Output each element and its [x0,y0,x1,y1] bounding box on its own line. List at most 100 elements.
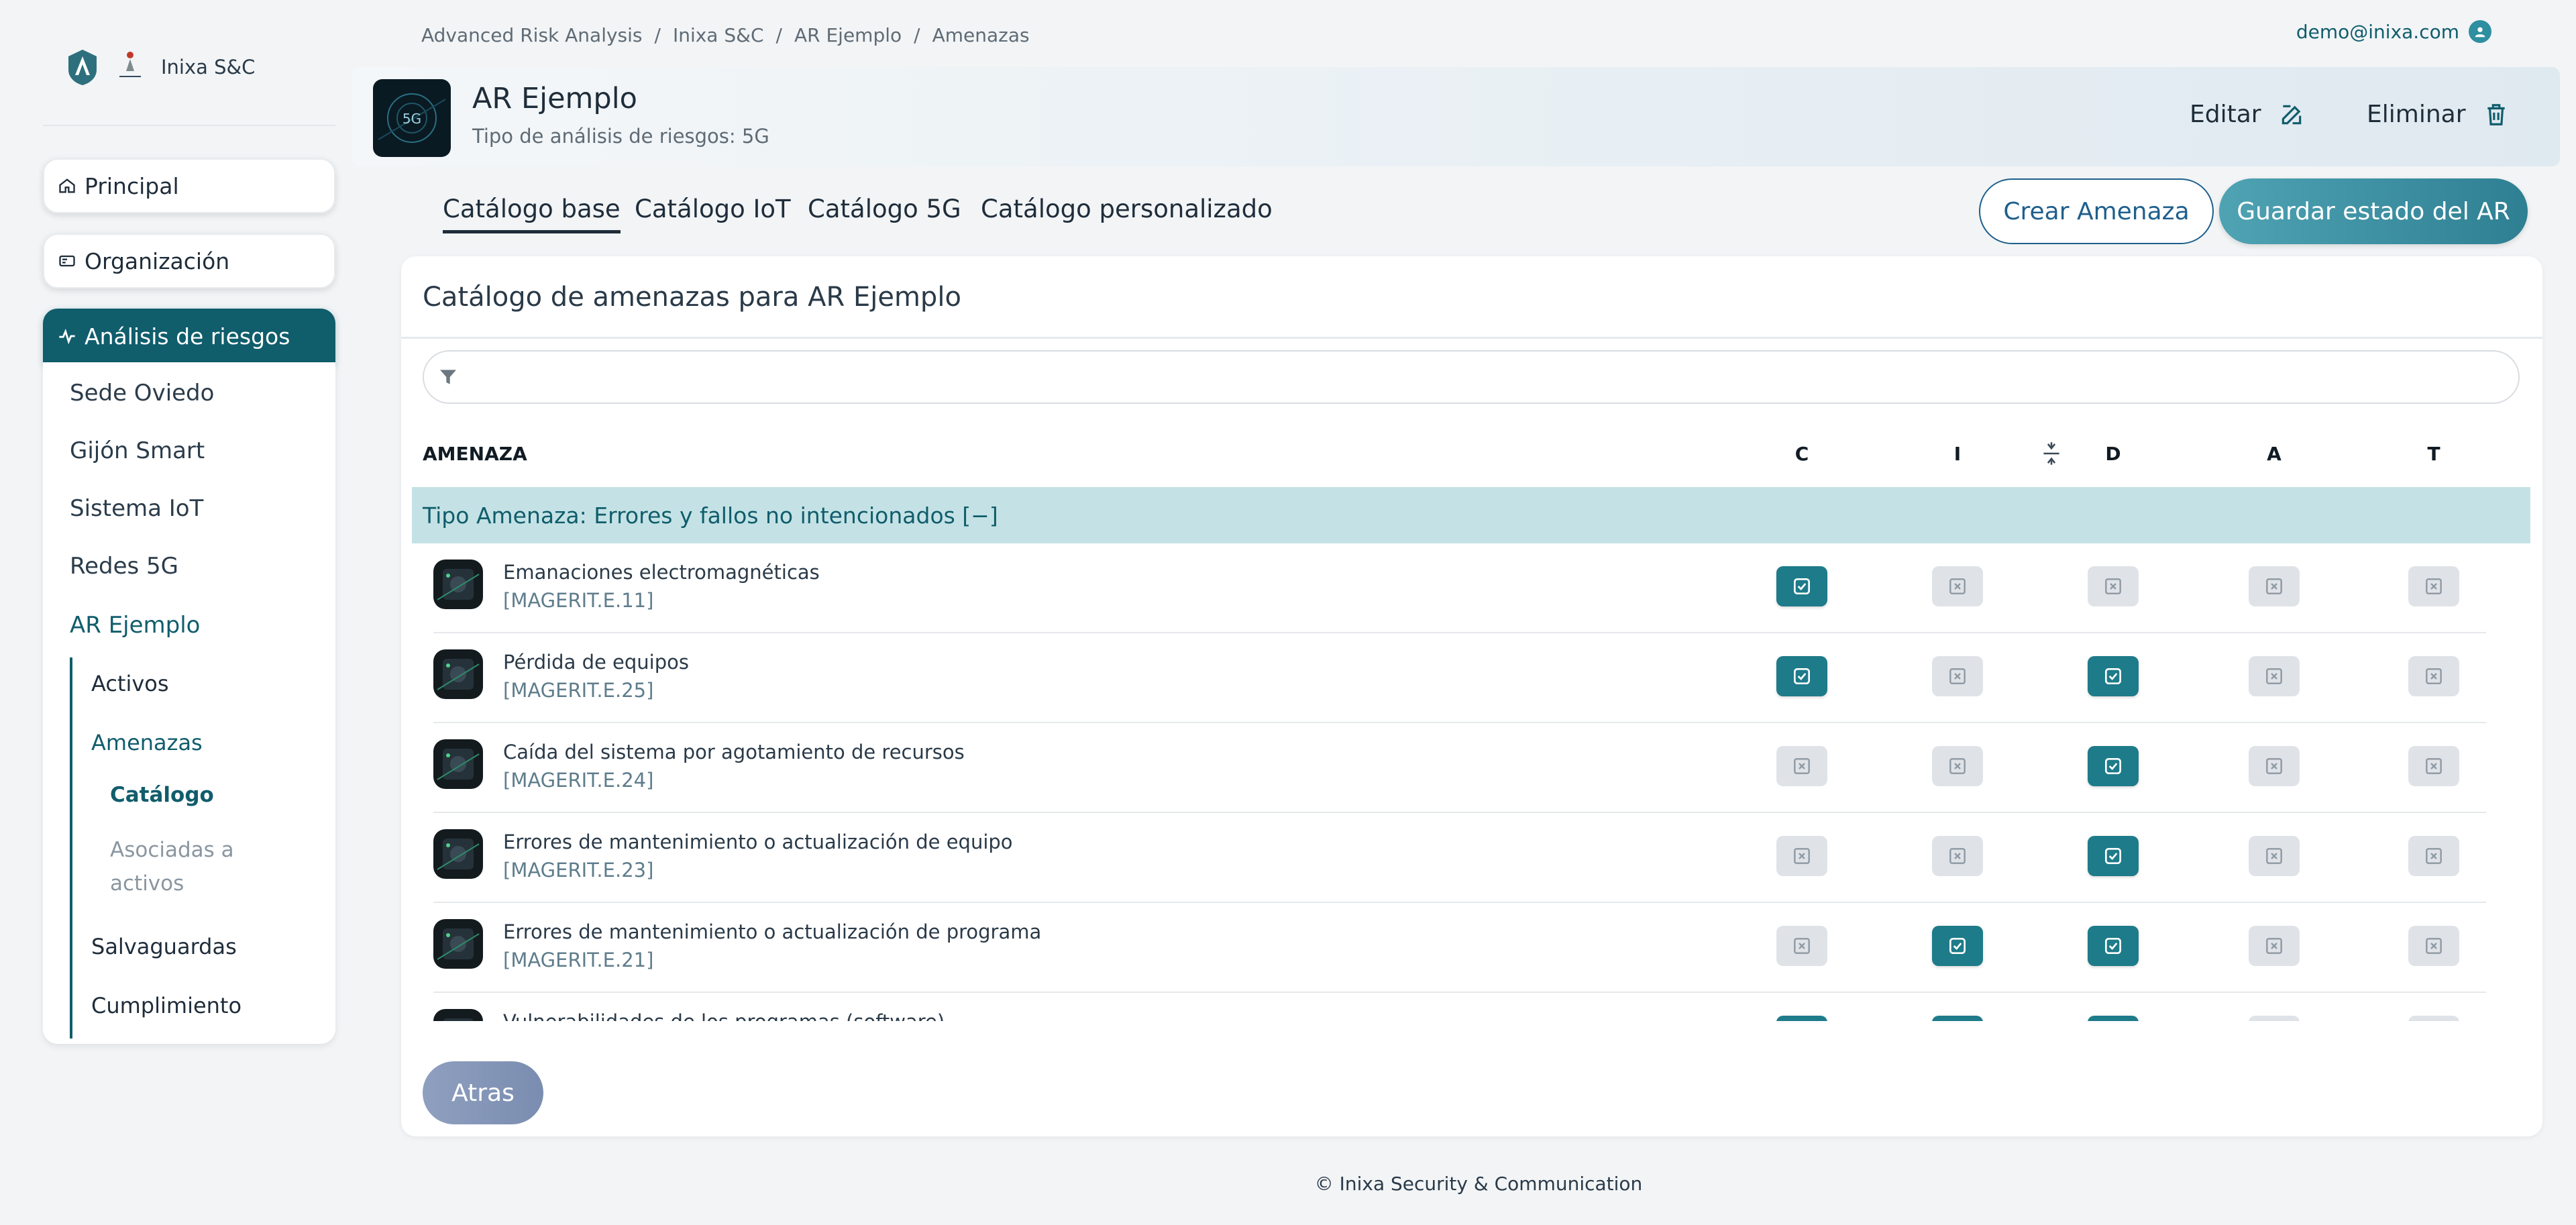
checkbox-unchecked[interactable] [2408,746,2459,786]
threat-thumbnail-icon [433,560,483,609]
threat-name: Emanaciones electromagnéticas [503,561,820,584]
threat-code: [MAGERIT.E.25] [503,679,654,702]
footer: © Inixa Security & Communication [1314,1173,1643,1195]
analysis-thumbnail-icon: 5G [373,79,451,157]
sub-asociadas-line2[interactable]: activos [110,867,184,900]
filter-input[interactable] [468,357,2518,397]
checkbox-unchecked[interactable] [2408,926,2459,966]
checkbox-unchecked[interactable] [2249,746,2300,786]
x-icon [2426,578,2442,594]
submenu-indicator-line [70,657,72,1038]
nav-analisis-riesgos[interactable]: Análisis de riesgos [43,309,335,364]
threat-name: Pérdida de equipos [503,651,689,674]
checkbox-unchecked[interactable] [2249,656,2300,696]
collapse-all-icon[interactable] [2041,441,2062,466]
checkbox-unchecked[interactable] [1932,836,1983,876]
analysis-sistema-iot[interactable]: Sistema IoT [70,495,203,522]
x-icon [1949,578,1966,594]
checkbox-checked[interactable] [2088,926,2139,966]
app-logo-icon [68,50,97,85]
tab-catalogo-personalizado[interactable]: Catálogo personalizado [981,195,1273,223]
table-row[interactable]: Caída del sistema por agotamiento de rec… [401,723,2542,813]
analysis-header: 5G AR Ejemplo Tipo de análisis de riesgo… [352,67,2560,166]
checkbox-checked[interactable] [1776,1016,1827,1021]
checkbox-unchecked[interactable] [2408,656,2459,696]
threat-group-row[interactable]: Tipo Amenaza: Errores y fallos no intenc… [412,487,2530,543]
tab-catalogo-5g[interactable]: Catálogo 5G [808,195,961,223]
breadcrumb-item-current: Amenazas [932,24,1030,46]
x-icon [1794,848,1810,864]
breadcrumb-item[interactable]: AR Ejemplo [794,24,902,46]
checkbox-checked[interactable] [2088,1016,2139,1021]
checkbox-unchecked[interactable] [2408,566,2459,606]
checkbox-unchecked[interactable] [2249,566,2300,606]
checkbox-checked[interactable] [1932,1016,1983,1021]
x-icon [2426,938,2442,954]
checkbox-checked[interactable] [1776,566,1827,606]
checkbox-checked[interactable] [2088,836,2139,876]
sub-catalogo[interactable]: Catálogo [110,778,214,812]
breadcrumb-item[interactable]: Inixa S&C [673,24,764,46]
user-menu[interactable]: demo@inixa.com [2296,20,2491,43]
delete-label: Eliminar [2367,101,2466,128]
nav-label: Análisis de riesgos [85,323,290,350]
checkbox-checked[interactable] [2088,656,2139,696]
checkbox-unchecked[interactable] [1776,836,1827,876]
checkbox-checked[interactable] [1776,656,1827,696]
checkbox-unchecked[interactable] [2088,566,2139,606]
sub-salvaguardas[interactable]: Salvaguardas [91,934,237,959]
sub-asociadas-line1[interactable]: Asociadas a [110,833,234,867]
table-row[interactable]: Errores de mantenimiento o actualización… [401,903,2542,993]
save-state-button[interactable]: Guardar estado del AR [2219,178,2528,244]
checkbox-unchecked[interactable] [1776,926,1827,966]
analysis-gijon-smart[interactable]: Gijón Smart [70,437,205,464]
checkbox-unchecked[interactable] [2408,836,2459,876]
checkbox-unchecked[interactable] [1932,656,1983,696]
sub-cumplimiento[interactable]: Cumplimiento [91,993,241,1018]
check-icon [1794,668,1810,684]
table-row[interactable]: Errores de mantenimiento o actualización… [401,813,2542,903]
nav-principal[interactable]: Principal [43,158,335,213]
user-email: demo@inixa.com [2296,20,2459,43]
analysis-ar-ejemplo[interactable]: AR Ejemplo [70,612,201,639]
table-row[interactable]: Vulnerabilidades de los programas (softw… [401,993,2542,1021]
breadcrumb-separator: / [654,24,661,46]
back-button[interactable]: Atras [423,1061,543,1124]
breadcrumb-item[interactable]: Advanced Risk Analysis [421,24,643,46]
delete-button[interactable]: Eliminar [2367,101,2509,128]
checkbox-unchecked[interactable] [2249,836,2300,876]
sub-activos[interactable]: Activos [91,671,169,696]
user-avatar-icon [2469,20,2491,43]
analysis-sede-oviedo[interactable]: Sede Oviedo [70,380,214,407]
sidebar-divider [43,125,335,126]
edit-button[interactable]: Editar [2190,101,2304,128]
checkbox-unchecked[interactable] [1776,746,1827,786]
checkbox-checked[interactable] [2088,746,2139,786]
check-icon [2105,668,2121,684]
create-threat-button[interactable]: Crear Amenaza [1979,178,2214,244]
analysis-type: Tipo de análisis de riesgos: 5G [472,125,769,148]
threat-code: [MAGERIT.E.11] [503,589,654,612]
checkbox-unchecked[interactable] [2249,926,2300,966]
x-icon [1794,758,1810,774]
tab-catalogo-base[interactable]: Catálogo base [443,195,621,233]
id-card-icon [59,255,75,267]
checkbox-checked[interactable] [1932,926,1983,966]
table-row[interactable]: Pérdida de equipos [MAGERIT.E.25] [401,633,2542,723]
table-row[interactable]: Emanaciones electromagnéticas [MAGERIT.E.… [401,543,2542,633]
filter-icon [440,370,456,384]
checkbox-unchecked[interactable] [2249,1016,2300,1021]
nav-label: Principal [85,172,179,199]
checkbox-unchecked[interactable] [2408,1016,2459,1021]
analysis-redes-5g[interactable]: Redes 5G [70,553,178,580]
company-logo-icon [119,52,141,77]
column-header-i: I [1953,443,1962,465]
tab-catalogo-iot[interactable]: Catálogo IoT [635,195,791,223]
checkbox-unchecked[interactable] [1932,746,1983,786]
sub-amenazas[interactable]: Amenazas [91,730,203,755]
threat-thumbnail-icon [433,829,483,879]
nav-organizacion[interactable]: Organización [43,233,335,288]
x-icon [1949,668,1966,684]
checkbox-unchecked[interactable] [1932,566,1983,606]
x-icon [2426,668,2442,684]
